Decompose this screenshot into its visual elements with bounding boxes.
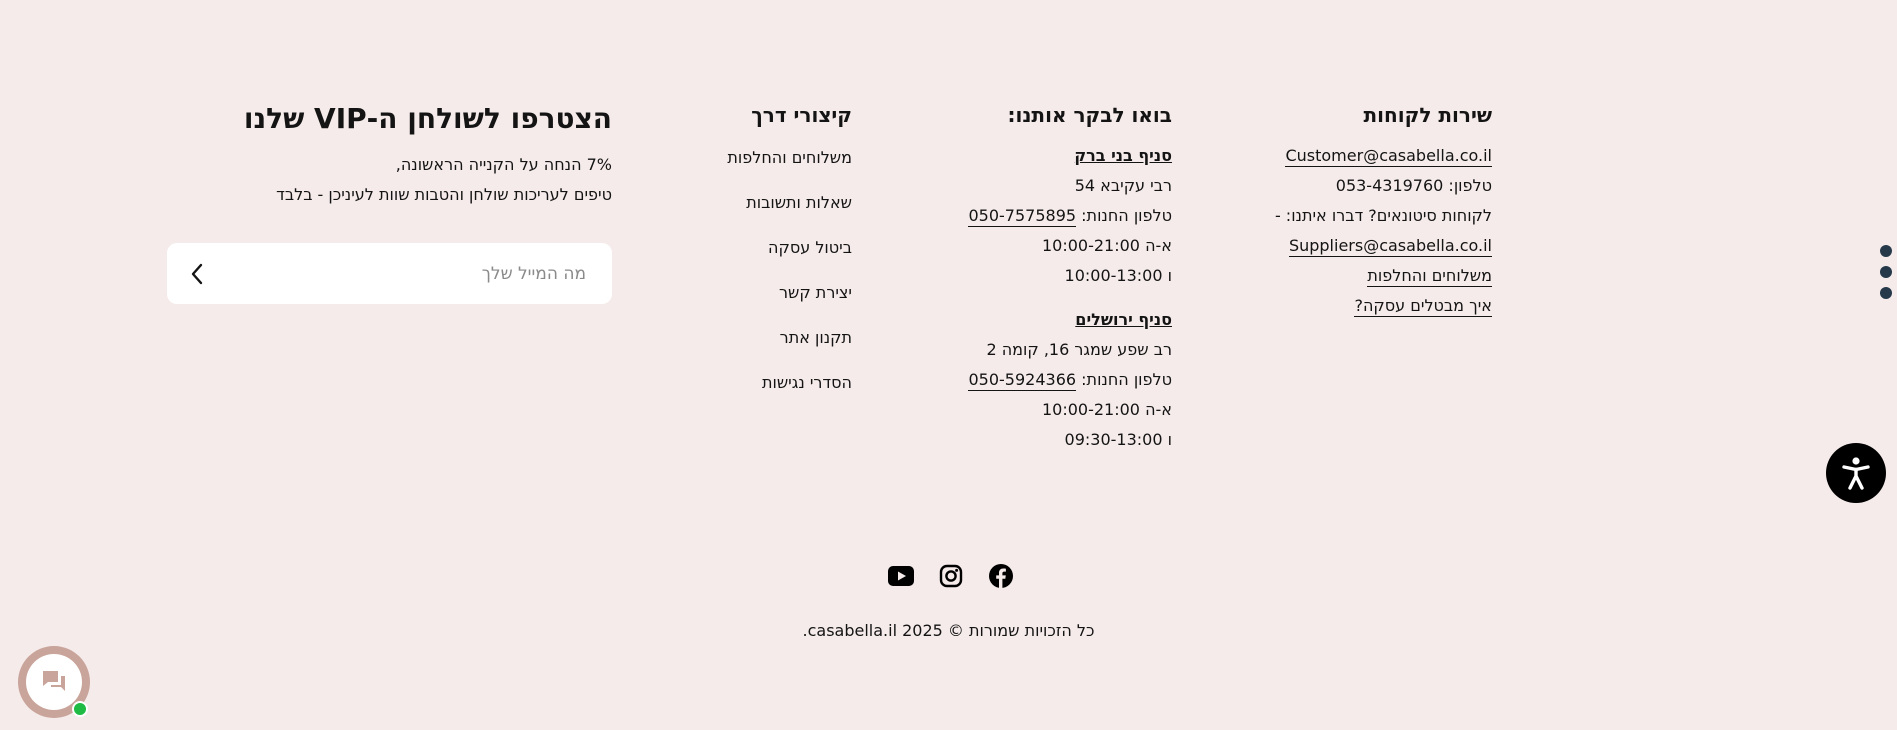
shipping-returns-link[interactable]: משלוחים והחלפות bbox=[1367, 266, 1492, 287]
email-signup-box bbox=[167, 243, 612, 304]
social-links bbox=[888, 563, 1014, 589]
visit-us-column: בואו לבקר אותנו: סניף בני ברק רבי עקיבא … bbox=[968, 100, 1172, 455]
youtube-icon[interactable] bbox=[888, 563, 914, 589]
accessibility-button[interactable] bbox=[1826, 443, 1886, 503]
shortcut-shipping[interactable]: משלוחים והחלפות bbox=[727, 148, 852, 167]
chat-icon bbox=[43, 671, 65, 691]
section-dots bbox=[1880, 245, 1892, 299]
branch-bnei-brak-hours-weekday: א-ה 10:00-21:00 bbox=[1041, 236, 1172, 255]
section-dot[interactable] bbox=[1880, 266, 1892, 278]
shortcut-faq[interactable]: שאלות ותשובות bbox=[746, 193, 852, 212]
vip-benefit-tips: טיפים לעריכות שולחן והטבות שוות לעיניכן … bbox=[276, 185, 612, 204]
section-dot[interactable] bbox=[1880, 245, 1892, 257]
branch-bnei-brak-phone-link[interactable]: 050-7575895 bbox=[968, 206, 1077, 227]
copyright-text: כל הזכויות שמורות © 2025 casabella.il. bbox=[802, 621, 1095, 640]
shortcuts-title: קיצורי דרך bbox=[751, 103, 852, 127]
branch-jerusalem-phone: טלפון החנות: 050-5924366 bbox=[968, 370, 1172, 391]
submit-arrow-icon[interactable] bbox=[185, 262, 209, 286]
shortcuts-column: קיצורי דרך משלוחים והחלפות שאלות ותשובות… bbox=[727, 100, 852, 405]
branch-bnei-brak-hours-friday: ו 10:00-13:00 bbox=[1064, 266, 1172, 285]
supplier-email-link[interactable]: Suppliers@casabella.co.il bbox=[1288, 236, 1492, 257]
phone-line: טלפון: 053-4319760 bbox=[1335, 176, 1492, 195]
cancel-transaction-link[interactable]: איך מבטלים עסקה? bbox=[1354, 296, 1492, 317]
shortcut-cancel[interactable]: ביטול עסקה bbox=[768, 238, 852, 257]
vip-title: הצטרפו לשולחן ה-VIP שלנו bbox=[243, 102, 612, 135]
branch-bnei-brak-phone: טלפון החנות: 050-7575895 bbox=[968, 206, 1172, 227]
branch-jerusalem-phone-link[interactable]: 050-5924366 bbox=[968, 370, 1077, 391]
facebook-icon[interactable] bbox=[988, 563, 1014, 589]
visit-us-title: בואו לבקר אותנו: bbox=[1007, 103, 1173, 127]
vip-benefit-discount: 7% הנחה על הקנייה הראשונה, bbox=[395, 155, 612, 174]
shortcut-contact[interactable]: יצירת קשר bbox=[779, 283, 852, 302]
chat-widget-button[interactable] bbox=[18, 646, 90, 718]
email-input[interactable] bbox=[266, 263, 586, 284]
branch-bnei-brak-title: סניף בני ברק bbox=[1074, 146, 1172, 165]
branch-jerusalem-title: סניף ירושלים bbox=[1075, 310, 1172, 329]
customer-service-title: שירות לקוחות bbox=[1363, 103, 1492, 127]
section-dot[interactable] bbox=[1880, 287, 1892, 299]
branch-jerusalem-address: רב שפע שמגר 16, קומה 2 bbox=[986, 340, 1172, 359]
branch-jerusalem-hours-weekday: א-ה 10:00-21:00 bbox=[1041, 400, 1172, 419]
branch-jerusalem-hours-friday: ו 09:30-13:00 bbox=[1064, 430, 1172, 449]
vip-newsletter: הצטרפו לשולחן ה-VIP שלנו 7% הנחה על הקני… bbox=[167, 100, 612, 304]
wholesale-line: לקוחות סיטונאים? דברו איתנו: - bbox=[1274, 206, 1492, 225]
shortcut-accessibility[interactable]: הסדרי נגישות bbox=[762, 373, 852, 392]
customer-email-link[interactable]: Customer@casabella.co.il bbox=[1285, 146, 1492, 167]
instagram-icon[interactable] bbox=[938, 563, 964, 589]
shortcut-terms[interactable]: תקנון אתר bbox=[780, 328, 852, 347]
online-status-dot bbox=[72, 701, 88, 717]
branch-bnei-brak-address: רבי עקיבא 54 bbox=[1074, 176, 1172, 195]
customer-service-column: שירות לקוחות Customer@casabella.co.il טל… bbox=[1275, 100, 1492, 321]
accessibility-icon bbox=[1842, 457, 1870, 490]
